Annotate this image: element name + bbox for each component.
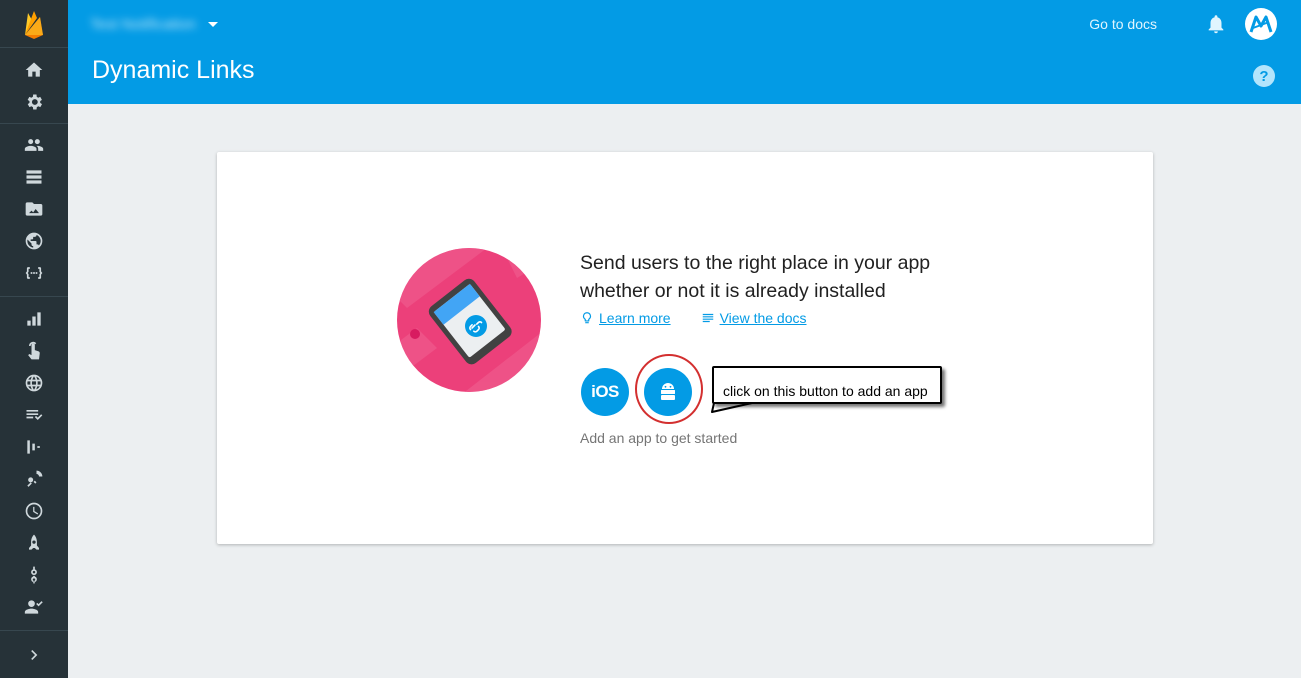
firebase-logo[interactable] (0, 0, 68, 48)
sidebar-item-database[interactable] (0, 162, 68, 192)
learn-more-label: Learn more (599, 310, 671, 326)
view-docs-link[interactable]: View the docs (701, 310, 807, 326)
sidebar-item-analytics[interactable] (0, 304, 68, 334)
sidebar-item-storage[interactable] (0, 194, 68, 224)
add-android-app-button[interactable] (644, 368, 692, 416)
sidebar-item-streamview[interactable] (0, 464, 68, 494)
authentication-icon (24, 139, 44, 151)
account-logo-icon (1249, 15, 1273, 33)
audiences-icon (24, 600, 43, 614)
page-title: Dynamic Links (92, 56, 255, 84)
database-icon (26, 170, 42, 184)
project-name: Test Notification (90, 15, 196, 33)
storage-icon (25, 202, 43, 216)
hosting-icon (25, 232, 43, 250)
sidebar-item-funnels[interactable] (0, 432, 68, 462)
help-icon[interactable]: ? (1253, 65, 1275, 87)
analytics-icon (27, 312, 41, 326)
sidebar-item-authentication[interactable] (0, 130, 68, 160)
sidebar-item-launch[interactable] (0, 528, 68, 558)
chevron-down-icon (207, 21, 218, 27)
lightbulb-icon (582, 312, 592, 324)
headline: Send users to the right place in your ap… (580, 252, 931, 302)
home-icon (25, 62, 43, 77)
nav-rail (0, 0, 68, 678)
events-icon (28, 341, 40, 360)
account-avatar[interactable] (1245, 8, 1277, 40)
launch-icon (29, 534, 39, 550)
settings-icon (27, 94, 42, 110)
funnels-icon (27, 440, 40, 454)
get-started-hint: Add an app to get started (580, 430, 738, 446)
globe-icon (25, 374, 43, 392)
conversions-icon (26, 410, 43, 420)
sidebar-item-events[interactable] (0, 336, 68, 366)
bell-icon (1208, 15, 1224, 34)
sidebar-item-hosting[interactable] (0, 226, 68, 256)
sidebar-item-settings[interactable] (0, 87, 68, 117)
view-docs-label: View the docs (719, 310, 807, 326)
chevron-right-icon (31, 649, 38, 660)
docs-lines-icon (702, 313, 713, 323)
annotation-callout: click on this button to add an app (712, 366, 942, 404)
page-header: Test Notification Dynamic Links Go to do… (68, 0, 1301, 104)
sidebar-divider (0, 296, 68, 297)
firebase-flame-icon (25, 10, 43, 39)
help-links: Learn more View the docs (580, 310, 837, 326)
expand-sidebar-button[interactable] (0, 630, 68, 678)
debugview-icon (25, 502, 43, 520)
project-switcher[interactable]: Test Notification (90, 12, 218, 36)
sidebar-item-functions[interactable] (0, 258, 68, 288)
sidebar-item-home[interactable] (0, 55, 68, 85)
sidebar-item-audiences[interactable] (0, 592, 68, 622)
sidebar-item-debugview[interactable] (0, 496, 68, 526)
go-to-docs-link[interactable]: Go to docs (1089, 16, 1157, 32)
sidebar-divider (0, 123, 68, 124)
android-icon (661, 383, 675, 400)
notifications-button[interactable] (1205, 13, 1227, 35)
functions-icon (25, 267, 43, 279)
learn-more-link[interactable]: Learn more (580, 310, 671, 326)
add-ios-app-button[interactable]: iOS (581, 368, 629, 416)
predictions-icon (31, 566, 37, 584)
dynamic-links-empty-state-card: Send users to the right place in your ap… (217, 152, 1153, 544)
sidebar-item-conversions[interactable] (0, 400, 68, 430)
dynamic-links-hero-illustration (397, 248, 541, 392)
sidebar-item-predictions[interactable] (0, 560, 68, 590)
streamview-icon (27, 470, 43, 487)
sidebar-item-globe[interactable] (0, 368, 68, 398)
